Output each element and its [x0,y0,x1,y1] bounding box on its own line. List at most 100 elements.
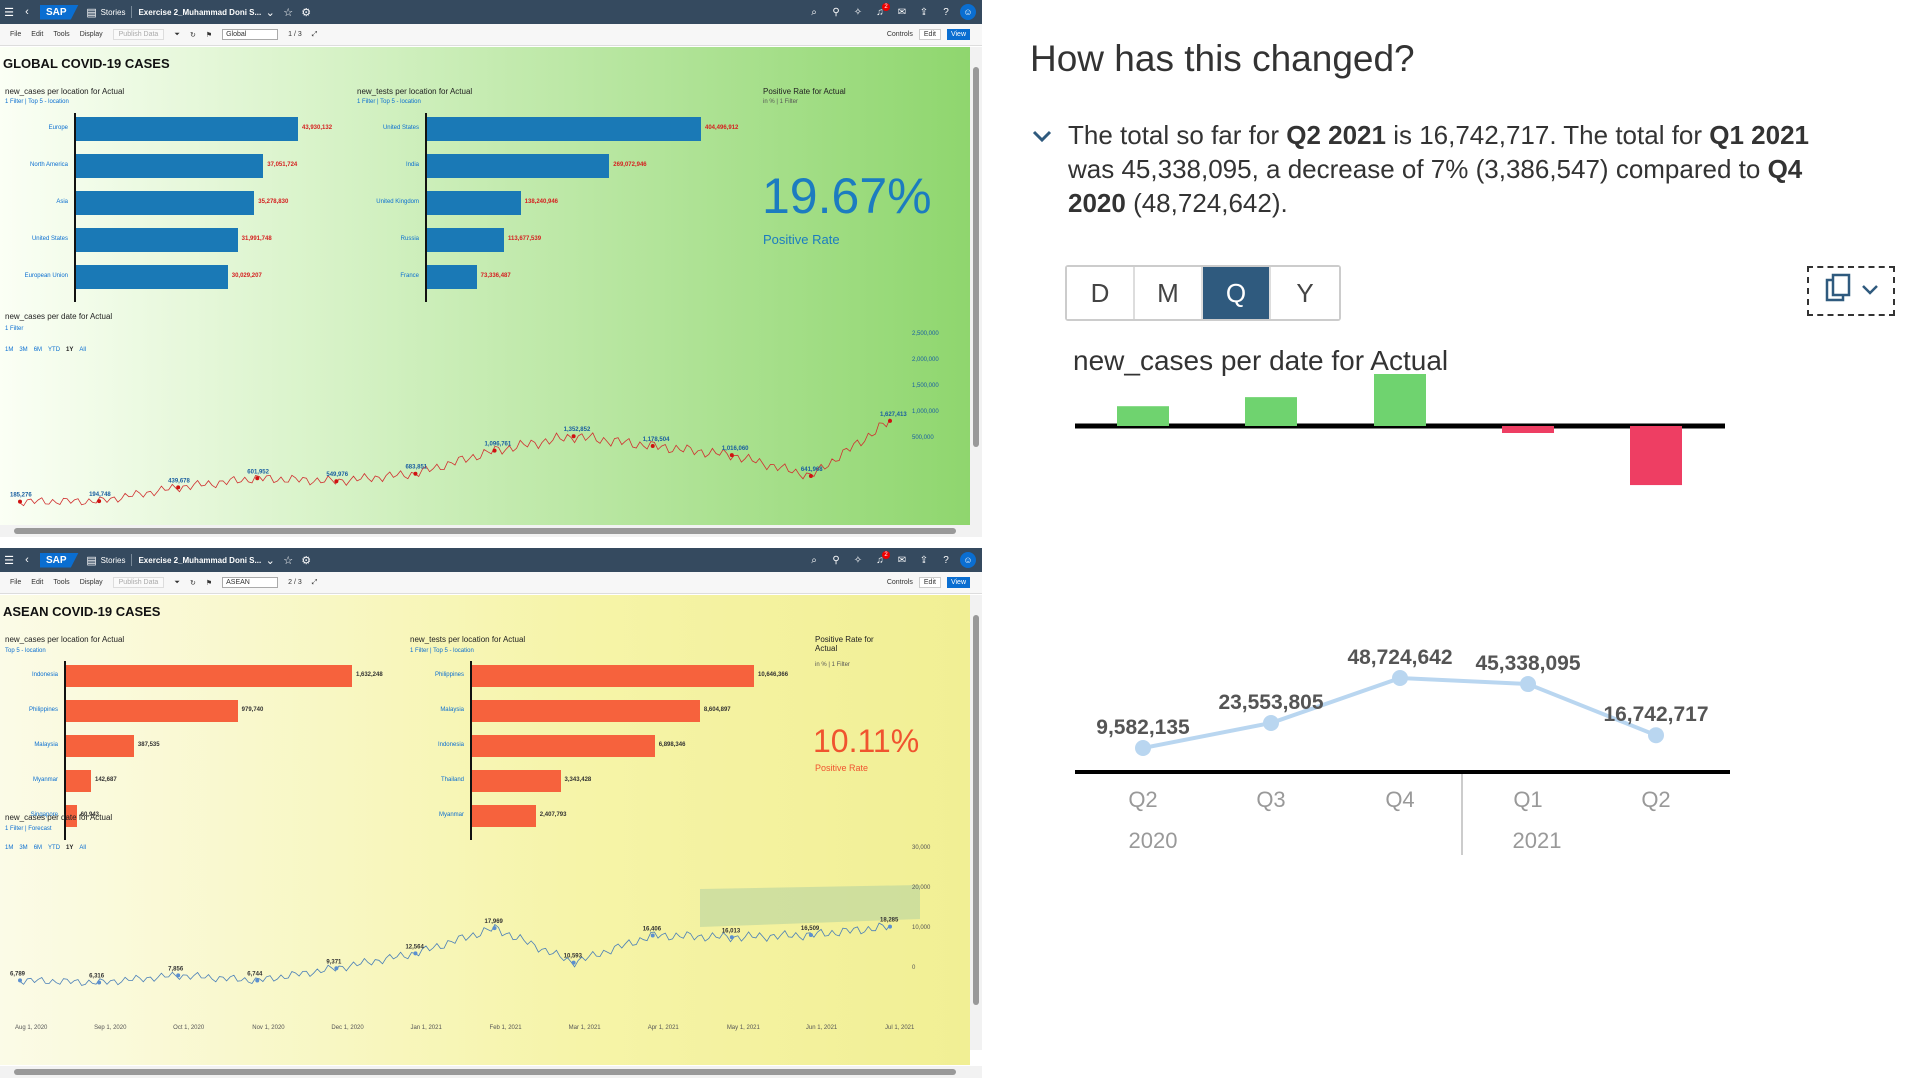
chat-icon[interactable]: ✉ [894,555,910,566]
chat-icon[interactable]: ✉ [894,7,910,18]
search-icon[interactable]: ⌕ [806,555,822,566]
fullscreen-icon[interactable]: ⤢ [312,579,318,587]
bookmark-icon[interactable]: ⚑ [206,31,212,39]
cases-widget-filters[interactable]: 1 Filter | Top 5 - location [5,99,69,105]
category-label[interactable]: Indonesia [0,672,58,678]
bar[interactable] [472,665,754,687]
bar[interactable] [427,191,521,215]
file-menu[interactable]: File [10,579,21,586]
publish-data-button[interactable]: Publish Data [112,29,165,40]
chevron-down-icon[interactable]: ⌄ [261,554,279,567]
category-label[interactable]: North America [0,162,68,168]
chevron-down-icon[interactable]: ⌄ [261,6,279,19]
horizontal-scrollbar[interactable] [0,525,982,537]
vertical-scrollbar[interactable] [970,47,982,525]
copy-menu-button[interactable] [1807,266,1895,316]
range-option[interactable]: 6M [34,347,42,353]
bookmark-icon[interactable]: ⚑ [206,579,212,587]
category-label[interactable]: European Union [0,273,68,279]
stories-link[interactable]: Stories [101,8,126,17]
user-avatar[interactable]: ☺ [960,552,976,568]
range-option[interactable]: 3M [19,845,27,851]
category-label[interactable]: India [335,162,419,168]
timeseries-widget-filters[interactable]: 1 Filter | Forecast [5,826,52,832]
edit-mode-button[interactable]: Edit [918,577,941,588]
bar[interactable] [472,735,655,757]
notifications-bell-icon[interactable]: ♫ 2 [872,2,890,18]
category-label[interactable]: United Kingdom [335,199,419,205]
range-option[interactable]: 1Y [66,347,73,353]
cases-widget-filters[interactable]: Top 5 - location [5,648,46,654]
page-select[interactable]: Global [222,29,279,40]
page-indicator[interactable]: 1 / 3 [288,31,302,38]
scrollbar-thumb[interactable] [973,67,979,447]
edit-menu[interactable]: Edit [31,579,43,586]
share-icon[interactable]: ⇪ [916,7,932,18]
category-label[interactable]: United States [0,236,68,242]
filter-icon[interactable]: ⏷ [174,579,180,587]
publish-data-button[interactable]: Publish Data [112,577,165,588]
search-icon[interactable]: ⌕ [806,7,822,18]
category-label[interactable]: Russia [335,236,419,242]
range-option[interactable]: 3M [19,347,27,353]
tests-widget-filters[interactable]: 1 Filter | Top 5 - location [410,648,474,654]
settings-gear-icon[interactable]: ⚙ [297,6,315,19]
help-icon[interactable]: ? [938,555,954,566]
timeseries-widget-filters[interactable]: 1 Filter [5,326,23,332]
category-label[interactable]: United States [335,125,419,131]
category-label[interactable]: Malaysia [0,742,58,748]
bar[interactable] [66,770,91,792]
display-menu[interactable]: Display [80,579,103,586]
tests-widget-filters[interactable]: 1 Filter | Top 5 - location [357,99,421,105]
scrollbar-thumb[interactable] [14,1069,956,1075]
user-avatar[interactable]: ☺ [960,4,976,20]
scrollbar-thumb[interactable] [14,528,956,534]
bar[interactable] [427,117,701,141]
file-menu[interactable]: File [10,31,21,38]
view-mode-button[interactable]: View [946,577,970,588]
bar[interactable] [76,154,264,178]
page-indicator[interactable]: 2 / 3 [288,579,302,586]
bar[interactable] [66,735,134,757]
page-select[interactable]: ASEAN [222,577,279,588]
pin-icon[interactable]: ⚲ [828,555,844,566]
tools-menu[interactable]: Tools [53,579,69,586]
granularity-option-q[interactable]: Q [1203,267,1271,319]
bar[interactable] [427,265,477,289]
range-option[interactable]: 1M [5,347,13,353]
stories-link[interactable]: Stories [101,556,126,565]
fullscreen-icon[interactable]: ⤢ [312,31,318,39]
bar[interactable] [66,700,238,722]
scrollbar-thumb[interactable] [973,615,979,1005]
bar[interactable] [76,265,228,289]
category-label[interactable]: France [335,273,419,279]
back-icon[interactable]: ‹ [18,554,36,566]
notifications-bell-icon[interactable]: ♫ 2 [872,550,890,566]
granularity-option-d[interactable]: D [1067,267,1135,319]
pin-icon[interactable]: ⚲ [828,7,844,18]
tools-menu[interactable]: Tools [53,31,69,38]
category-label[interactable]: Philippines [380,672,464,678]
horizontal-scrollbar[interactable] [0,1066,982,1078]
category-label[interactable]: Malaysia [380,707,464,713]
range-option[interactable]: 6M [34,845,42,851]
category-label[interactable]: Indonesia [380,742,464,748]
lightbulb-icon[interactable]: ✧ [850,7,866,18]
category-label[interactable]: Myanmar [0,777,58,783]
collapse-chevron-icon[interactable] [1030,124,1054,148]
bar[interactable] [472,700,700,722]
favorite-star-icon[interactable]: ☆ [279,554,297,567]
bar[interactable] [427,154,610,178]
favorite-star-icon[interactable]: ☆ [279,6,297,19]
granularity-option-m[interactable]: M [1135,267,1203,319]
share-icon[interactable]: ⇪ [916,555,932,566]
category-label[interactable]: Asia [0,199,68,205]
story-name[interactable]: Exercise 2_Muhammad Doni S... [138,8,261,17]
back-icon[interactable]: ‹ [18,6,36,18]
range-option[interactable]: 1Y [66,845,73,851]
settings-gear-icon[interactable]: ⚙ [297,554,315,567]
range-option[interactable]: 1M [5,845,13,851]
range-option[interactable]: YTD [48,845,60,851]
range-option[interactable]: All [79,845,86,851]
controls-button[interactable]: Controls [887,579,913,586]
